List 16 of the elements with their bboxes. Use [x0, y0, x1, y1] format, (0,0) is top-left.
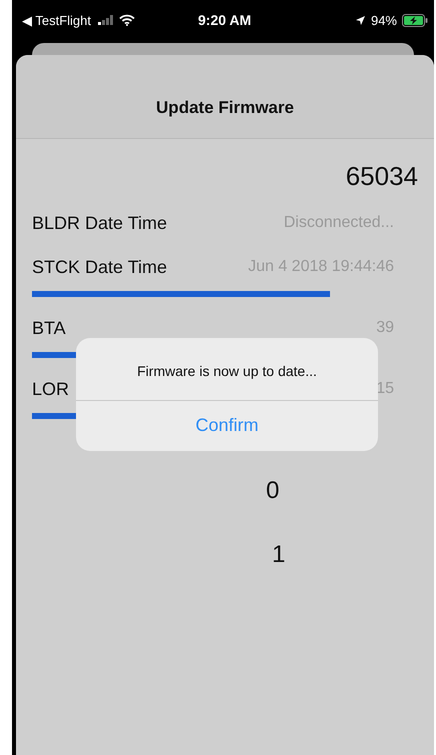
- battery-percent: 94%: [370, 12, 397, 28]
- number-label: 1: [272, 541, 286, 569]
- row-label: LOR: [32, 378, 70, 400]
- alert-message: Firmware is now up to date...: [76, 338, 378, 401]
- wifi-icon: [119, 14, 136, 26]
- row-label: BLDR Date Time: [32, 212, 168, 234]
- row-label: BTA: [32, 318, 67, 338]
- number-label: 0: [266, 477, 280, 505]
- location-arrow-icon: [354, 14, 366, 26]
- battery-charging-icon: [402, 14, 428, 26]
- signal-icon: [98, 15, 114, 25]
- clock-time: 9:20 AM: [198, 12, 252, 28]
- screen-title: Update Firmware: [156, 98, 294, 118]
- counter-value: 65034: [344, 160, 419, 192]
- row-label: STCK Date Time: [32, 256, 168, 278]
- back-to-app-link[interactable]: ◀ TestFlight: [22, 12, 92, 28]
